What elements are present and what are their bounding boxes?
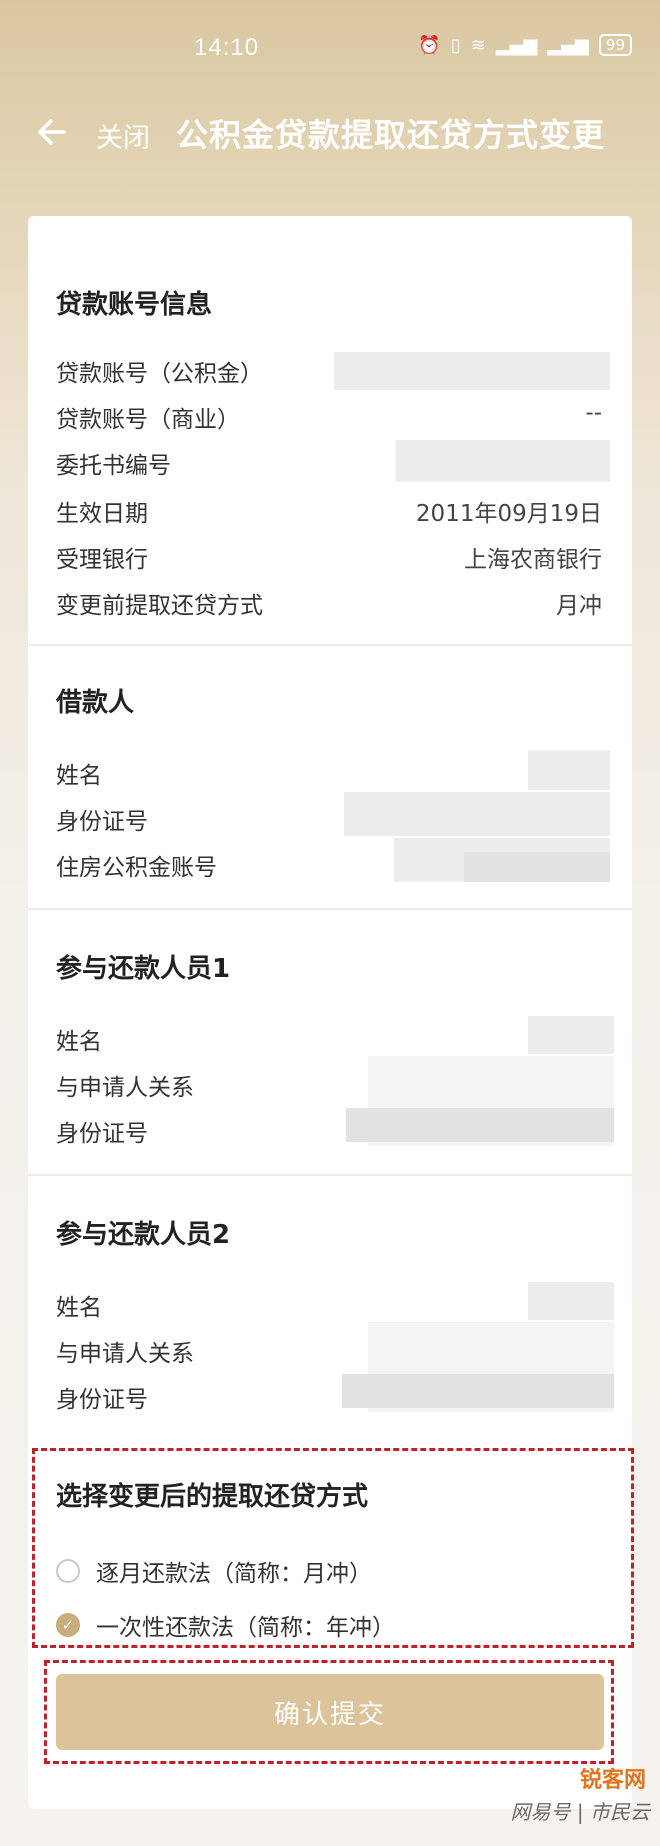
back-button[interactable] (34, 114, 74, 154)
highlight-box-method (32, 1448, 634, 1648)
redacted-value (464, 852, 610, 882)
bank-label: 受理银行 (56, 547, 148, 573)
status-icons: ⏰ ▯ ≋ ▂▄▆ ▂▄▆ 99 (418, 34, 632, 56)
redacted-value (334, 352, 610, 390)
previous-method-label: 变更前提取还贷方式 (56, 593, 263, 619)
redacted-value (528, 1016, 614, 1054)
mandate-number-label: 委托书编号 (56, 453, 171, 479)
section-title: 贷款账号信息 (56, 290, 213, 320)
redacted-value (346, 1108, 614, 1142)
signal-2g-icon: ▂▄▆ (495, 34, 538, 56)
loan-info-section: 贷款账号信息 贷款账号（公积金） 贷款账号（商业） -- 委托书编号 生效日期 … (28, 216, 632, 646)
redacted-value (396, 440, 610, 482)
section-title: 借款人 (56, 688, 135, 718)
repayer1-name-label: 姓名 (56, 1029, 102, 1055)
redacted-value (344, 792, 610, 836)
header-bar: 关闭 公积金贷款提取还贷方式变更 (0, 96, 660, 182)
borrower-id-label: 身份证号 (56, 809, 148, 835)
loan-account-hpf-label: 贷款账号（公积金） (56, 361, 263, 387)
wifi-icon: ≋ (470, 34, 486, 56)
section-title: 参与还款人员1 (56, 954, 231, 984)
bank-value: 上海农商银行 (464, 547, 602, 573)
redacted-value (528, 1282, 614, 1320)
repayer2-id-label: 身份证号 (56, 1387, 148, 1413)
repayer2-relation-label: 与申请人关系 (56, 1341, 194, 1367)
loan-account-commercial-value: -- (585, 400, 602, 426)
highlight-box-submit (44, 1660, 614, 1764)
effective-date-value: 2011年09月19日 (415, 501, 602, 527)
redacted-value (342, 1374, 614, 1408)
close-button[interactable]: 关闭 (96, 116, 150, 155)
repayer1-id-label: 身份证号 (56, 1121, 148, 1147)
page-title: 公积金贷款提取还贷方式变更 (176, 116, 606, 154)
borrower-hpf-account-label: 住房公积金账号 (56, 855, 217, 881)
signal-5g-icon: ▂▄▆ (547, 34, 589, 56)
repayer1-relation-label: 与申请人关系 (56, 1075, 194, 1101)
borrower-section: 借款人 姓名 身份证号 住房公积金账号 (28, 648, 632, 910)
battery-icon: 99 (598, 34, 632, 56)
alarm-icon: ⏰ (418, 34, 441, 56)
section-title: 参与还款人员2 (56, 1220, 231, 1250)
status-bar: 14:10 ⏰ ▯ ≋ ▂▄▆ ▂▄▆ 99 (0, 0, 660, 96)
vibrate-icon: ▯ (450, 34, 461, 56)
redacted-value (528, 750, 610, 790)
repayer2-section: 参与还款人员2 姓名 与申请人关系 身份证号 (28, 1178, 632, 1440)
repayer1-section: 参与还款人员1 姓名 与申请人关系 身份证号 (28, 912, 632, 1176)
arrow-left-icon (38, 119, 66, 145)
effective-date-label: 生效日期 (56, 501, 148, 527)
repayer2-name-label: 姓名 (56, 1295, 102, 1321)
loan-account-commercial-label: 贷款账号（商业） (56, 407, 240, 433)
previous-method-value: 月冲 (556, 593, 602, 619)
watermark-logo: 锐客网 (579, 1768, 646, 1793)
status-time: 14:10 (194, 34, 260, 61)
borrower-name-label: 姓名 (56, 763, 102, 789)
watermark-text: 网易号 | 市民云 (510, 1800, 650, 1824)
